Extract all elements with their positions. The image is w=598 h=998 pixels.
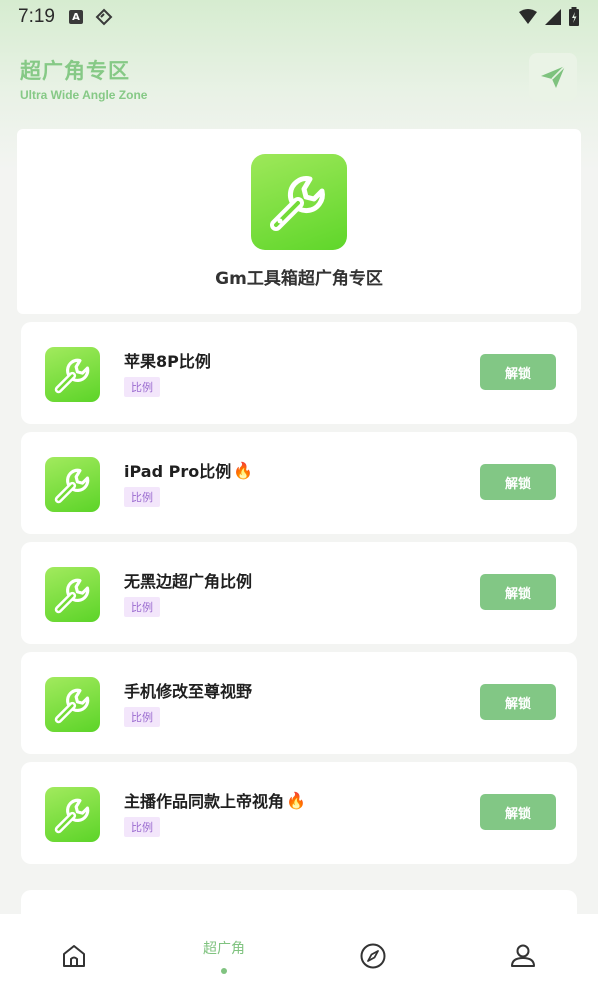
item-icon bbox=[45, 567, 100, 622]
nav-ultra-wide[interactable]: 超广角 bbox=[186, 914, 262, 998]
unlock-button[interactable]: 解锁 bbox=[480, 794, 556, 830]
wrench-icon bbox=[54, 798, 89, 833]
app-logo bbox=[251, 154, 347, 250]
list-item[interactable]: 手机修改至尊视野 比例 解锁 bbox=[21, 652, 577, 754]
nav-home[interactable] bbox=[44, 914, 104, 998]
item-icon bbox=[45, 457, 100, 512]
a-badge-icon: A bbox=[68, 10, 83, 24]
item-label: iPad Pro比例 🔥 bbox=[124, 460, 254, 482]
diamond-icon bbox=[95, 8, 113, 26]
signal-icon bbox=[545, 9, 561, 25]
bottom-nav: 超广角 bbox=[0, 914, 598, 998]
status-time: 7:19 bbox=[18, 6, 55, 27]
home-icon bbox=[63, 945, 85, 967]
item-tag: 比例 bbox=[124, 707, 160, 727]
item-label: 无黑边超广角比例 bbox=[124, 572, 253, 591]
list-item[interactable]: 主播作品同款上帝视角 🔥 比例 解锁 bbox=[21, 762, 577, 864]
battery-icon bbox=[569, 7, 579, 26]
nav-discover[interactable] bbox=[343, 914, 403, 998]
unlock-button[interactable]: 解锁 bbox=[480, 684, 556, 720]
send-button[interactable] bbox=[529, 53, 577, 101]
page-subtitle: Ultra Wide Angle Zone bbox=[20, 88, 148, 102]
item-tag: 比例 bbox=[124, 597, 160, 617]
wrench-icon bbox=[270, 176, 325, 231]
page-title: 超广角专区 bbox=[20, 59, 130, 83]
hero-card: Gm工具箱超广角专区 bbox=[17, 129, 581, 314]
status-bar: 7:19 A bbox=[0, 0, 598, 34]
send-icon bbox=[541, 65, 566, 88]
fire-icon: 🔥 bbox=[233, 460, 254, 480]
list-item[interactable]: iPad Pro比例 🔥 比例 解锁 bbox=[21, 432, 577, 534]
item-tag: 比例 bbox=[124, 487, 160, 507]
item-icon bbox=[45, 347, 100, 402]
wrench-icon bbox=[54, 578, 89, 613]
item-tag: 比例 bbox=[124, 817, 160, 837]
wifi-icon bbox=[519, 9, 537, 24]
nav-ultra-wide-label: 超广角 bbox=[203, 941, 245, 957]
unlock-button[interactable]: 解锁 bbox=[480, 354, 556, 390]
wrench-icon bbox=[54, 358, 89, 393]
profile-icon bbox=[511, 944, 535, 967]
hero-title: Gm工具箱超广角专区 bbox=[215, 269, 383, 289]
item-icon bbox=[45, 677, 100, 732]
item-tag: 比例 bbox=[124, 377, 160, 397]
item-icon bbox=[45, 787, 100, 842]
nav-profile[interactable] bbox=[493, 914, 553, 998]
wrench-icon bbox=[54, 468, 89, 503]
compass-icon bbox=[360, 943, 386, 969]
unlock-button[interactable]: 解锁 bbox=[480, 574, 556, 610]
page-header: 超广角专区 Ultra Wide Angle Zone bbox=[20, 55, 147, 102]
item-label: 苹果8P比例 bbox=[124, 352, 211, 371]
item-label: 手机修改至尊视野 bbox=[124, 682, 253, 701]
list-item[interactable]: 苹果8P比例 比例 解锁 bbox=[21, 322, 577, 424]
item-label: 主播作品同款上帝视角 🔥 bbox=[124, 790, 306, 812]
list-item[interactable]: 无黑边超广角比例 比例 解锁 bbox=[21, 542, 577, 644]
fire-icon: 🔥 bbox=[286, 790, 306, 810]
active-indicator-dot bbox=[221, 968, 227, 974]
unlock-button[interactable]: 解锁 bbox=[480, 464, 556, 500]
wrench-icon bbox=[54, 688, 89, 723]
